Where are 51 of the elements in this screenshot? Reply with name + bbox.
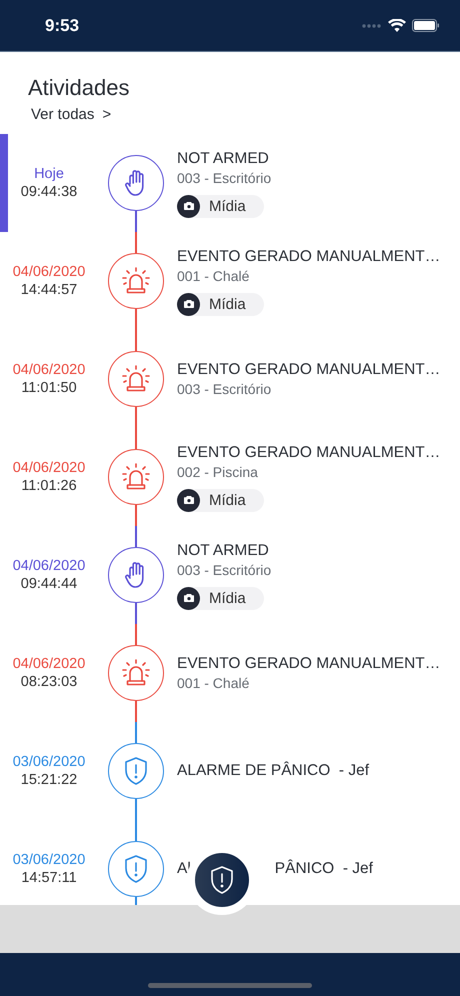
activity-date: 04/06/2020 <box>12 459 86 477</box>
media-button[interactable]: Mídia <box>177 586 264 610</box>
signal-icon <box>362 24 382 28</box>
camera-icon <box>184 496 194 504</box>
activity-date: 04/06/2020 <box>12 557 86 575</box>
activity-title: NOT ARMED <box>177 148 270 168</box>
activity-title: EVENTO GERADO MANUALMENT… <box>177 654 442 674</box>
wifi-icon <box>388 19 406 32</box>
activity-location: 003 - Escritório <box>177 168 272 186</box>
activity-time: 14:57:11 <box>21 869 77 887</box>
activity-location: 002 - Piscina <box>177 462 259 480</box>
activity-time: 08:23:03 <box>20 673 78 691</box>
status-time: 9:53 <box>45 16 80 36</box>
activity-title: EVENTO GERADO MANUALMENT… <box>177 360 442 380</box>
activity-title: EVENTO GERADO MANUALMENT… <box>177 442 442 462</box>
shield-alert-icon <box>123 756 149 786</box>
media-button[interactable]: Mídia <box>177 292 264 316</box>
activity-title: ALARME DE PÂNICO - Jef <box>177 761 370 781</box>
media-button[interactable]: Mídia <box>177 194 264 218</box>
siren-icon <box>121 659 151 687</box>
activity-date: 04/06/2020 <box>12 263 86 281</box>
shield-alert-icon <box>123 854 149 884</box>
activity-time: 11:01:50 <box>21 379 77 397</box>
shield-alert-icon <box>209 865 235 895</box>
battery-icon <box>412 19 440 32</box>
activity-location: 003 - Escritório <box>177 560 272 578</box>
activity-title-fragment: PÂNICO - Jef <box>274 859 373 879</box>
activity-time: 15:21:22 <box>20 771 78 789</box>
activity-date: 04/06/2020 <box>12 655 86 673</box>
activity-title: EVENTO GERADO MANUALMENT… <box>177 246 442 266</box>
activity-location: 001 - Chalé <box>177 266 250 284</box>
activity-date: 03/06/2020 <box>12 851 86 869</box>
see-all-link[interactable]: Ver todas > <box>31 106 112 123</box>
siren-icon <box>121 463 151 491</box>
activity-location: 001 - Chalé <box>177 674 250 692</box>
activity-date: Hoje <box>34 165 64 183</box>
activity-time: 11:01:26 <box>21 477 77 495</box>
section-title: Atividades <box>28 74 131 102</box>
camera-icon <box>184 594 194 602</box>
activity-title: NOT ARMED <box>177 540 270 560</box>
camera-icon <box>184 300 194 308</box>
activity-date: 03/06/2020 <box>12 753 86 771</box>
activity-date: 04/06/2020 <box>12 361 86 379</box>
siren-icon <box>121 365 151 393</box>
activity-location: 003 - Escritório <box>177 380 272 398</box>
activity-time: 14:44:57 <box>20 281 78 299</box>
activity-time: 09:44:38 <box>20 183 78 201</box>
siren-icon <box>121 267 151 295</box>
camera-icon <box>184 202 194 210</box>
media-button[interactable]: Mídia <box>177 488 264 512</box>
activity-time: 09:44:44 <box>20 575 78 593</box>
